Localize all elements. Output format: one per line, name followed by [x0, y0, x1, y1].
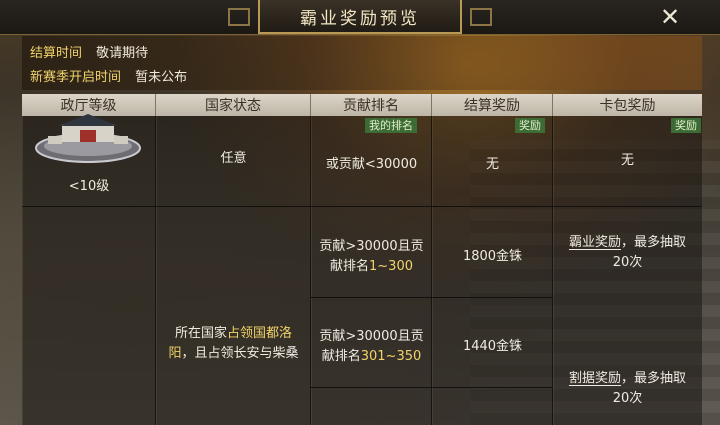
row-divider: [22, 206, 702, 207]
settlement-time-row: 结算时间 敬请期待: [30, 42, 148, 61]
settlement-time-label: 结算时间: [30, 46, 83, 61]
card-reward-top: 霸业奖励，最多抽取20次: [563, 228, 692, 278]
title-plate: 霸业奖励预览: [258, 0, 462, 34]
row-divider: [311, 297, 553, 298]
row-divider: [311, 387, 553, 388]
hegemony-reward-link[interactable]: 霸业奖励: [569, 235, 621, 250]
dialog-title: 霸业奖励预览: [300, 8, 420, 29]
title-bar: 霸业奖励预览 ✕: [0, 0, 720, 35]
my-rank-tag[interactable]: 我的排名: [365, 118, 417, 133]
state-any: 任意: [220, 151, 247, 166]
card-reward-second-text: ，最多抽取20次: [612, 371, 687, 406]
rank-condition-low: 或贡献<30000: [325, 157, 418, 172]
settlement-none: 无: [485, 157, 499, 172]
card-reward-none: 无: [620, 153, 634, 168]
reward-tag: 奖励: [515, 118, 545, 133]
card-reward-tag: 奖励: [671, 118, 701, 133]
rank-condition-second: 贡献>30000且贡献排名301~350: [316, 322, 427, 372]
close-icon: ✕: [659, 3, 681, 31]
state-text-pre: 所在国家: [174, 326, 227, 341]
title-ornament-left: [228, 8, 250, 26]
card-reward-second: 割据奖励，最多抽取20次: [563, 364, 692, 414]
header-card-reward: 卡包奖励: [553, 94, 702, 116]
hall-building-icon: [34, 110, 142, 168]
season-start-label: 新赛季开启时间: [30, 70, 122, 85]
settlement-top: 1800金铢: [462, 249, 523, 264]
separatist-reward-link[interactable]: 割据奖励: [569, 371, 621, 386]
settlement-time-value: 敬请期待: [96, 46, 149, 61]
close-button[interactable]: ✕: [656, 3, 684, 31]
state-text-post: ，且占领长安与柴桑: [181, 346, 299, 361]
header-state: 国家状态: [156, 94, 311, 116]
header-rank: 贡献排名: [311, 94, 432, 116]
card-reward-top-text: ，最多抽取20次: [612, 235, 687, 270]
info-banner: 结算时间 敬请期待 新赛季开启时间 暂未公布: [22, 36, 702, 90]
header-settlement: 结算奖励: [432, 94, 553, 116]
reward-table: 政厅等级 国家状态 贡献排名 结算奖励 卡包奖励 我的排名 奖励 奖励 <10级…: [22, 94, 702, 425]
season-start-row: 新赛季开启时间 暂未公布: [30, 66, 187, 85]
rank-condition-top: 贡献>30000且贡献排名1~300: [316, 232, 427, 282]
rank-second-range: 301~350: [360, 349, 422, 364]
settlement-second: 1440金铢: [462, 339, 523, 354]
state-condition: 所在国家占领国都洛阳，且占领长安与柴桑: [166, 304, 301, 384]
rank-top-range: 1~300: [369, 259, 413, 274]
hall-level-value: <10级: [68, 179, 110, 194]
title-ornament-right: [470, 8, 492, 26]
season-start-value: 暂未公布: [135, 70, 188, 85]
